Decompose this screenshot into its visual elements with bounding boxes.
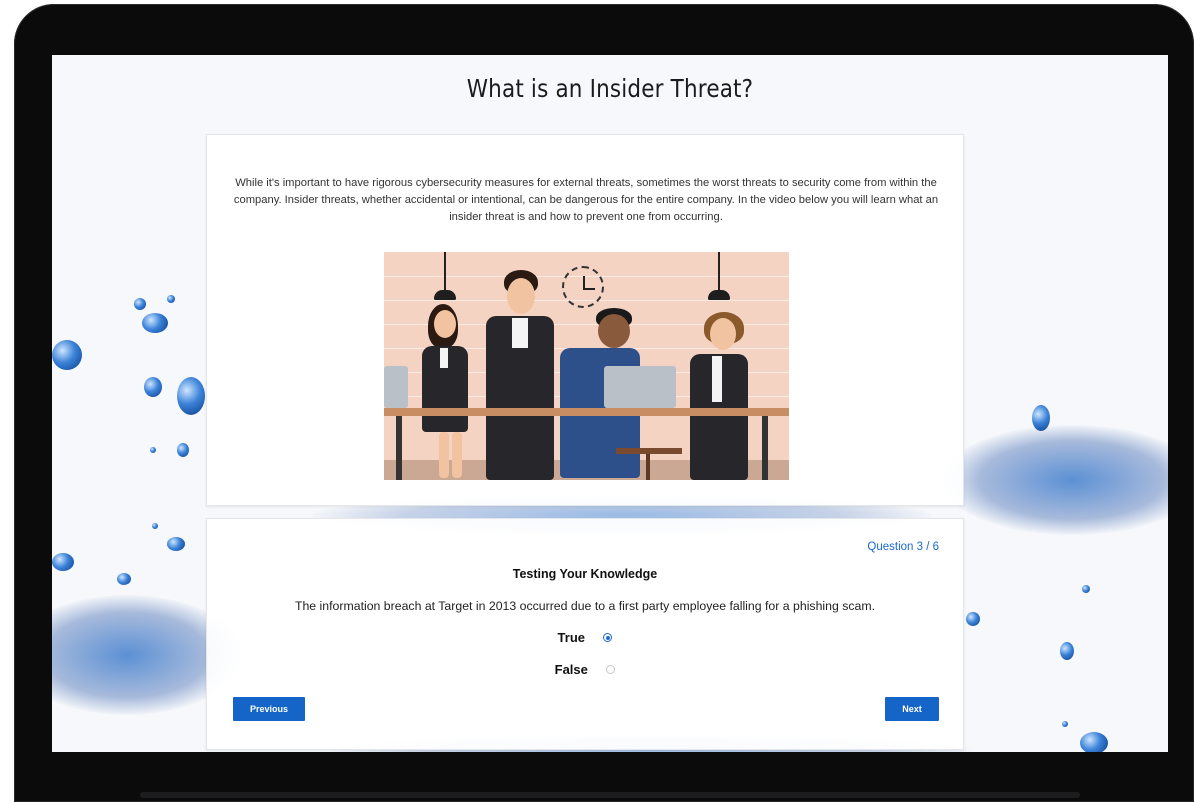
quiz-heading: Testing Your Knowledge (512, 567, 658, 581)
option-true-radio[interactable] (603, 633, 613, 643)
screen: What is an Insider Threat? While it's im… (52, 55, 1168, 752)
option-false[interactable]: False (207, 661, 963, 681)
option-true[interactable]: True (207, 629, 963, 649)
question-counter: Question 3 / 6 (867, 541, 939, 553)
table-illustration (384, 408, 789, 416)
laptop-illustration (604, 366, 676, 408)
option-false-radio[interactable] (606, 665, 616, 675)
next-button[interactable]: Next (885, 697, 939, 721)
question-text: The information breach at Target in 2013… (294, 599, 876, 613)
intro-text: While it's important to have rigorous cy… (233, 177, 939, 223)
clock-icon (562, 266, 604, 308)
intro-card: While it's important to have rigorous cy… (206, 134, 964, 506)
previous-button[interactable]: Previous (233, 697, 305, 721)
option-true-label[interactable]: True (558, 630, 585, 645)
quiz-card: Question 3 / 6 Testing Your Knowledge Th… (206, 518, 964, 750)
laptop-base (140, 792, 1080, 798)
page-title: What is an Insider Threat? (466, 74, 754, 103)
video-thumbnail[interactable] (384, 252, 789, 480)
option-false-label[interactable]: False (555, 662, 588, 677)
